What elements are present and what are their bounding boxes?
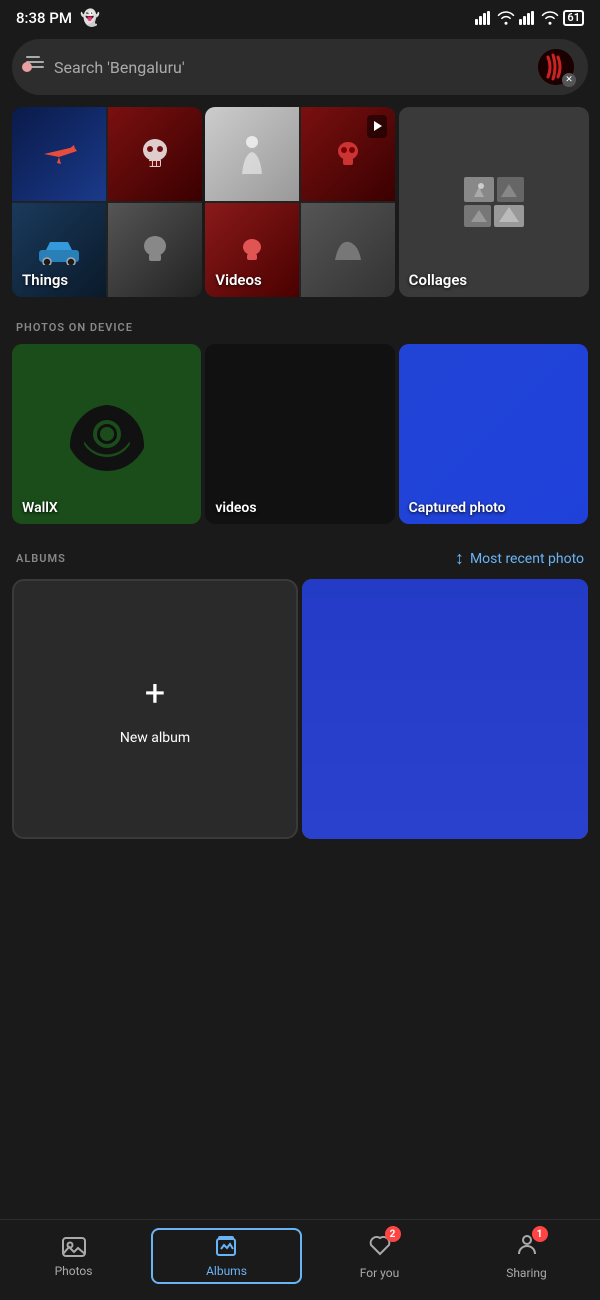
collages-bg [399,107,589,297]
captured-bg [399,344,588,524]
things-thumb-1 [12,107,106,201]
battery-icon: 61 [563,10,584,26]
nav-photos[interactable]: Photos [0,1230,147,1282]
nav-sharing-label: Sharing [506,1266,547,1280]
album-recent-bg [302,579,588,839]
main-categories-grid: Things [0,107,600,297]
sort-label: Most recent photo [470,551,584,567]
bottom-nav: Photos Albums 2 For you 1 Sharing [0,1219,600,1300]
video-play-indicator [367,115,387,138]
videos-thumb-1 [205,107,299,201]
device-grid: WallX videos Captured photo [0,344,600,524]
things-thumb-2 [108,107,202,201]
biohazard-icon [57,384,157,484]
wallx-bg [12,344,201,524]
wallx-label: WallX [22,500,58,516]
collages-card[interactable]: Collages [399,107,589,297]
recent-album-card[interactable] [302,579,588,839]
sharing-badge-wrap: 1 [514,1232,540,1262]
status-time: 8:38 PM [16,9,72,27]
wallx-card[interactable]: WallX [12,344,201,524]
snapchat-icon: 👻 [80,8,100,27]
blue-scribble [399,344,588,524]
new-album-label: New album [120,730,190,746]
plus-icon: + [145,672,165,714]
sort-icon: ↕ [455,548,464,569]
videos-label: Videos [215,271,261,289]
sort-button[interactable]: ↕ Most recent photo [455,548,584,569]
hamburger-line-1 [26,56,40,58]
nav-for-you-label: For you [360,1266,399,1280]
signal2-icon [519,11,537,25]
videos-folder-card[interactable]: videos [205,344,394,524]
menu-icon-wrap [26,56,44,78]
photos-on-device-title: PHOTOS ON DEVICE [0,305,600,344]
album-blue-overlay [302,579,588,839]
sharing-badge: 1 [532,1226,548,1242]
notification-dot [22,62,32,72]
albums-title: ALBUMS [16,552,66,565]
nav-albums[interactable]: Albums [151,1228,302,1284]
things-label: Things [22,271,68,289]
collage-icon [459,172,529,232]
captured-photo-label: Captured photo [409,500,506,516]
bottom-spacer [0,851,600,941]
new-album-card[interactable]: + New album [12,579,298,839]
status-bar: 8:38 PM 👻 [0,0,600,31]
things-thumb-4 [108,203,202,297]
albums-header: ALBUMS ↕ Most recent photo [0,532,600,579]
photos-icon [61,1234,87,1260]
for-you-badge: 2 [385,1226,401,1242]
nav-albums-label: Albums [206,1264,247,1278]
videos-folder-label: videos [215,500,256,516]
status-icons: 61 [475,10,584,26]
captured-photo-card[interactable]: Captured photo [399,344,588,524]
videos-folder-bg [205,344,394,524]
wifi2-icon [541,11,559,25]
user-avatar[interactable]: ✕ [538,49,574,85]
videos-thumb-4 [301,203,395,297]
albums-grid: + New album [0,579,600,839]
search-bar[interactable]: Search 'Bengaluru' ✕ [12,39,588,95]
collages-label: Collages [409,271,467,289]
search-placeholder: Search 'Bengaluru' [54,58,185,77]
albums-icon [214,1234,240,1260]
search-bar-left: Search 'Bengaluru' [26,56,528,78]
videos-card[interactable]: Videos [205,107,395,297]
things-card[interactable]: Things [12,107,202,297]
nav-sharing[interactable]: 1 Sharing [453,1228,600,1284]
for-you-badge-wrap: 2 [367,1232,393,1262]
nav-photos-label: Photos [55,1264,93,1278]
wifi-icon [497,11,515,25]
avatar-badge: ✕ [562,73,576,87]
battery-level: 61 [567,11,580,24]
nav-for-you[interactable]: 2 For you [306,1228,453,1284]
signal-icon [475,11,493,25]
